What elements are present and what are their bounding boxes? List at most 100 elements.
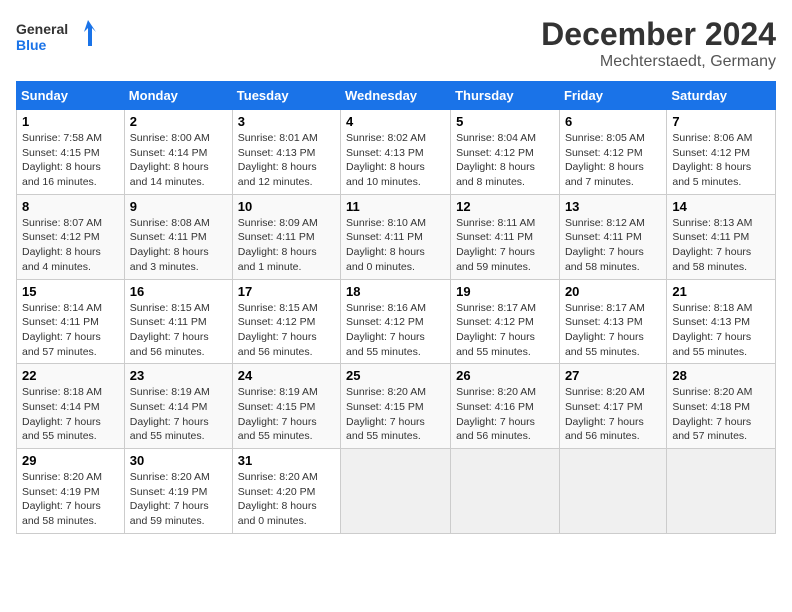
calendar-header-row: Sunday Monday Tuesday Wednesday Thursday…: [17, 82, 776, 110]
day-info: Sunrise: 8:20 AMSunset: 4:15 PMDaylight:…: [346, 386, 426, 442]
logo: General Blue: [16, 16, 96, 56]
day-info: Sunrise: 8:20 AMSunset: 4:16 PMDaylight:…: [456, 386, 536, 442]
day-number: 26: [456, 368, 554, 383]
table-row: 10 Sunrise: 8:09 AMSunset: 4:11 PMDaylig…: [232, 194, 340, 279]
day-info: Sunrise: 8:18 AMSunset: 4:13 PMDaylight:…: [672, 302, 752, 358]
day-number: 12: [456, 199, 554, 214]
calendar-week-row: 22 Sunrise: 8:18 AMSunset: 4:14 PMDaylig…: [17, 364, 776, 449]
table-row: [559, 449, 666, 534]
day-number: 25: [346, 368, 445, 383]
day-info: Sunrise: 8:04 AMSunset: 4:12 PMDaylight:…: [456, 132, 536, 188]
location-title: Mechterstaedt, Germany: [541, 53, 776, 71]
calendar-week-row: 15 Sunrise: 8:14 AMSunset: 4:11 PMDaylig…: [17, 279, 776, 364]
day-info: Sunrise: 8:13 AMSunset: 4:11 PMDaylight:…: [672, 217, 752, 273]
day-number: 16: [130, 284, 227, 299]
day-info: Sunrise: 8:11 AMSunset: 4:11 PMDaylight:…: [456, 217, 535, 273]
day-info: Sunrise: 8:20 AMSunset: 4:19 PMDaylight:…: [130, 471, 210, 527]
header-sunday: Sunday: [17, 82, 125, 110]
svg-text:Blue: Blue: [16, 37, 47, 53]
table-row: 9 Sunrise: 8:08 AMSunset: 4:11 PMDayligh…: [124, 194, 232, 279]
day-number: 23: [130, 368, 227, 383]
table-row: 23 Sunrise: 8:19 AMSunset: 4:14 PMDaylig…: [124, 364, 232, 449]
calendar-week-row: 29 Sunrise: 8:20 AMSunset: 4:19 PMDaylig…: [17, 449, 776, 534]
day-info: Sunrise: 8:05 AMSunset: 4:12 PMDaylight:…: [565, 132, 645, 188]
table-row: 26 Sunrise: 8:20 AMSunset: 4:16 PMDaylig…: [451, 364, 560, 449]
day-number: 10: [238, 199, 335, 214]
table-row: 22 Sunrise: 8:18 AMSunset: 4:14 PMDaylig…: [17, 364, 125, 449]
table-row: 16 Sunrise: 8:15 AMSunset: 4:11 PMDaylig…: [124, 279, 232, 364]
table-row: [667, 449, 776, 534]
day-info: Sunrise: 8:20 AMSunset: 4:18 PMDaylight:…: [672, 386, 752, 442]
day-number: 30: [130, 453, 227, 468]
day-number: 19: [456, 284, 554, 299]
day-number: 17: [238, 284, 335, 299]
table-row: 11 Sunrise: 8:10 AMSunset: 4:11 PMDaylig…: [341, 194, 451, 279]
day-info: Sunrise: 8:16 AMSunset: 4:12 PMDaylight:…: [346, 302, 426, 358]
day-info: Sunrise: 8:17 AMSunset: 4:12 PMDaylight:…: [456, 302, 536, 358]
page-header: General Blue December 2024 Mechterstaedt…: [16, 16, 776, 71]
day-number: 31: [238, 453, 335, 468]
header-saturday: Saturday: [667, 82, 776, 110]
calendar-week-row: 8 Sunrise: 8:07 AMSunset: 4:12 PMDayligh…: [17, 194, 776, 279]
table-row: 6 Sunrise: 8:05 AMSunset: 4:12 PMDayligh…: [559, 110, 666, 195]
day-info: Sunrise: 8:19 AMSunset: 4:14 PMDaylight:…: [130, 386, 210, 442]
day-number: 27: [565, 368, 661, 383]
day-info: Sunrise: 8:06 AMSunset: 4:12 PMDaylight:…: [672, 132, 752, 188]
day-info: Sunrise: 8:01 AMSunset: 4:13 PMDaylight:…: [238, 132, 318, 188]
day-number: 11: [346, 199, 445, 214]
day-number: 21: [672, 284, 770, 299]
title-block: December 2024 Mechterstaedt, Germany: [541, 16, 776, 71]
day-number: 14: [672, 199, 770, 214]
day-info: Sunrise: 8:00 AMSunset: 4:14 PMDaylight:…: [130, 132, 210, 188]
day-number: 28: [672, 368, 770, 383]
day-info: Sunrise: 8:18 AMSunset: 4:14 PMDaylight:…: [22, 386, 102, 442]
header-monday: Monday: [124, 82, 232, 110]
day-info: Sunrise: 8:02 AMSunset: 4:13 PMDaylight:…: [346, 132, 426, 188]
day-number: 1: [22, 114, 119, 129]
table-row: 18 Sunrise: 8:16 AMSunset: 4:12 PMDaylig…: [341, 279, 451, 364]
table-row: 4 Sunrise: 8:02 AMSunset: 4:13 PMDayligh…: [341, 110, 451, 195]
day-number: 2: [130, 114, 227, 129]
day-info: Sunrise: 8:14 AMSunset: 4:11 PMDaylight:…: [22, 302, 102, 358]
table-row: 15 Sunrise: 8:14 AMSunset: 4:11 PMDaylig…: [17, 279, 125, 364]
day-number: 20: [565, 284, 661, 299]
table-row: 28 Sunrise: 8:20 AMSunset: 4:18 PMDaylig…: [667, 364, 776, 449]
day-info: Sunrise: 8:12 AMSunset: 4:11 PMDaylight:…: [565, 217, 645, 273]
table-row: 25 Sunrise: 8:20 AMSunset: 4:15 PMDaylig…: [341, 364, 451, 449]
day-info: Sunrise: 8:09 AMSunset: 4:11 PMDaylight:…: [238, 217, 318, 273]
table-row: 20 Sunrise: 8:17 AMSunset: 4:13 PMDaylig…: [559, 279, 666, 364]
day-number: 24: [238, 368, 335, 383]
day-info: Sunrise: 8:19 AMSunset: 4:15 PMDaylight:…: [238, 386, 318, 442]
month-title: December 2024: [541, 16, 776, 53]
day-number: 4: [346, 114, 445, 129]
table-row: 31 Sunrise: 8:20 AMSunset: 4:20 PMDaylig…: [232, 449, 340, 534]
table-row: [341, 449, 451, 534]
table-row: 5 Sunrise: 8:04 AMSunset: 4:12 PMDayligh…: [451, 110, 560, 195]
table-row: 27 Sunrise: 8:20 AMSunset: 4:17 PMDaylig…: [559, 364, 666, 449]
table-row: 12 Sunrise: 8:11 AMSunset: 4:11 PMDaylig…: [451, 194, 560, 279]
table-row: 19 Sunrise: 8:17 AMSunset: 4:12 PMDaylig…: [451, 279, 560, 364]
table-row: 13 Sunrise: 8:12 AMSunset: 4:11 PMDaylig…: [559, 194, 666, 279]
day-info: Sunrise: 8:08 AMSunset: 4:11 PMDaylight:…: [130, 217, 210, 273]
table-row: 24 Sunrise: 8:19 AMSunset: 4:15 PMDaylig…: [232, 364, 340, 449]
table-row: 30 Sunrise: 8:20 AMSunset: 4:19 PMDaylig…: [124, 449, 232, 534]
table-row: 17 Sunrise: 8:15 AMSunset: 4:12 PMDaylig…: [232, 279, 340, 364]
day-info: Sunrise: 7:58 AMSunset: 4:15 PMDaylight:…: [22, 132, 102, 188]
day-number: 18: [346, 284, 445, 299]
day-number: 6: [565, 114, 661, 129]
day-info: Sunrise: 8:17 AMSunset: 4:13 PMDaylight:…: [565, 302, 645, 358]
logo-svg: General Blue: [16, 16, 96, 56]
table-row: 1 Sunrise: 7:58 AMSunset: 4:15 PMDayligh…: [17, 110, 125, 195]
day-number: 5: [456, 114, 554, 129]
header-tuesday: Tuesday: [232, 82, 340, 110]
day-number: 3: [238, 114, 335, 129]
day-number: 29: [22, 453, 119, 468]
day-info: Sunrise: 8:20 AMSunset: 4:17 PMDaylight:…: [565, 386, 645, 442]
table-row: 29 Sunrise: 8:20 AMSunset: 4:19 PMDaylig…: [17, 449, 125, 534]
day-info: Sunrise: 8:07 AMSunset: 4:12 PMDaylight:…: [22, 217, 102, 273]
day-number: 8: [22, 199, 119, 214]
day-info: Sunrise: 8:20 AMSunset: 4:19 PMDaylight:…: [22, 471, 102, 527]
day-info: Sunrise: 8:15 AMSunset: 4:12 PMDaylight:…: [238, 302, 318, 358]
day-number: 9: [130, 199, 227, 214]
day-info: Sunrise: 8:20 AMSunset: 4:20 PMDaylight:…: [238, 471, 318, 527]
